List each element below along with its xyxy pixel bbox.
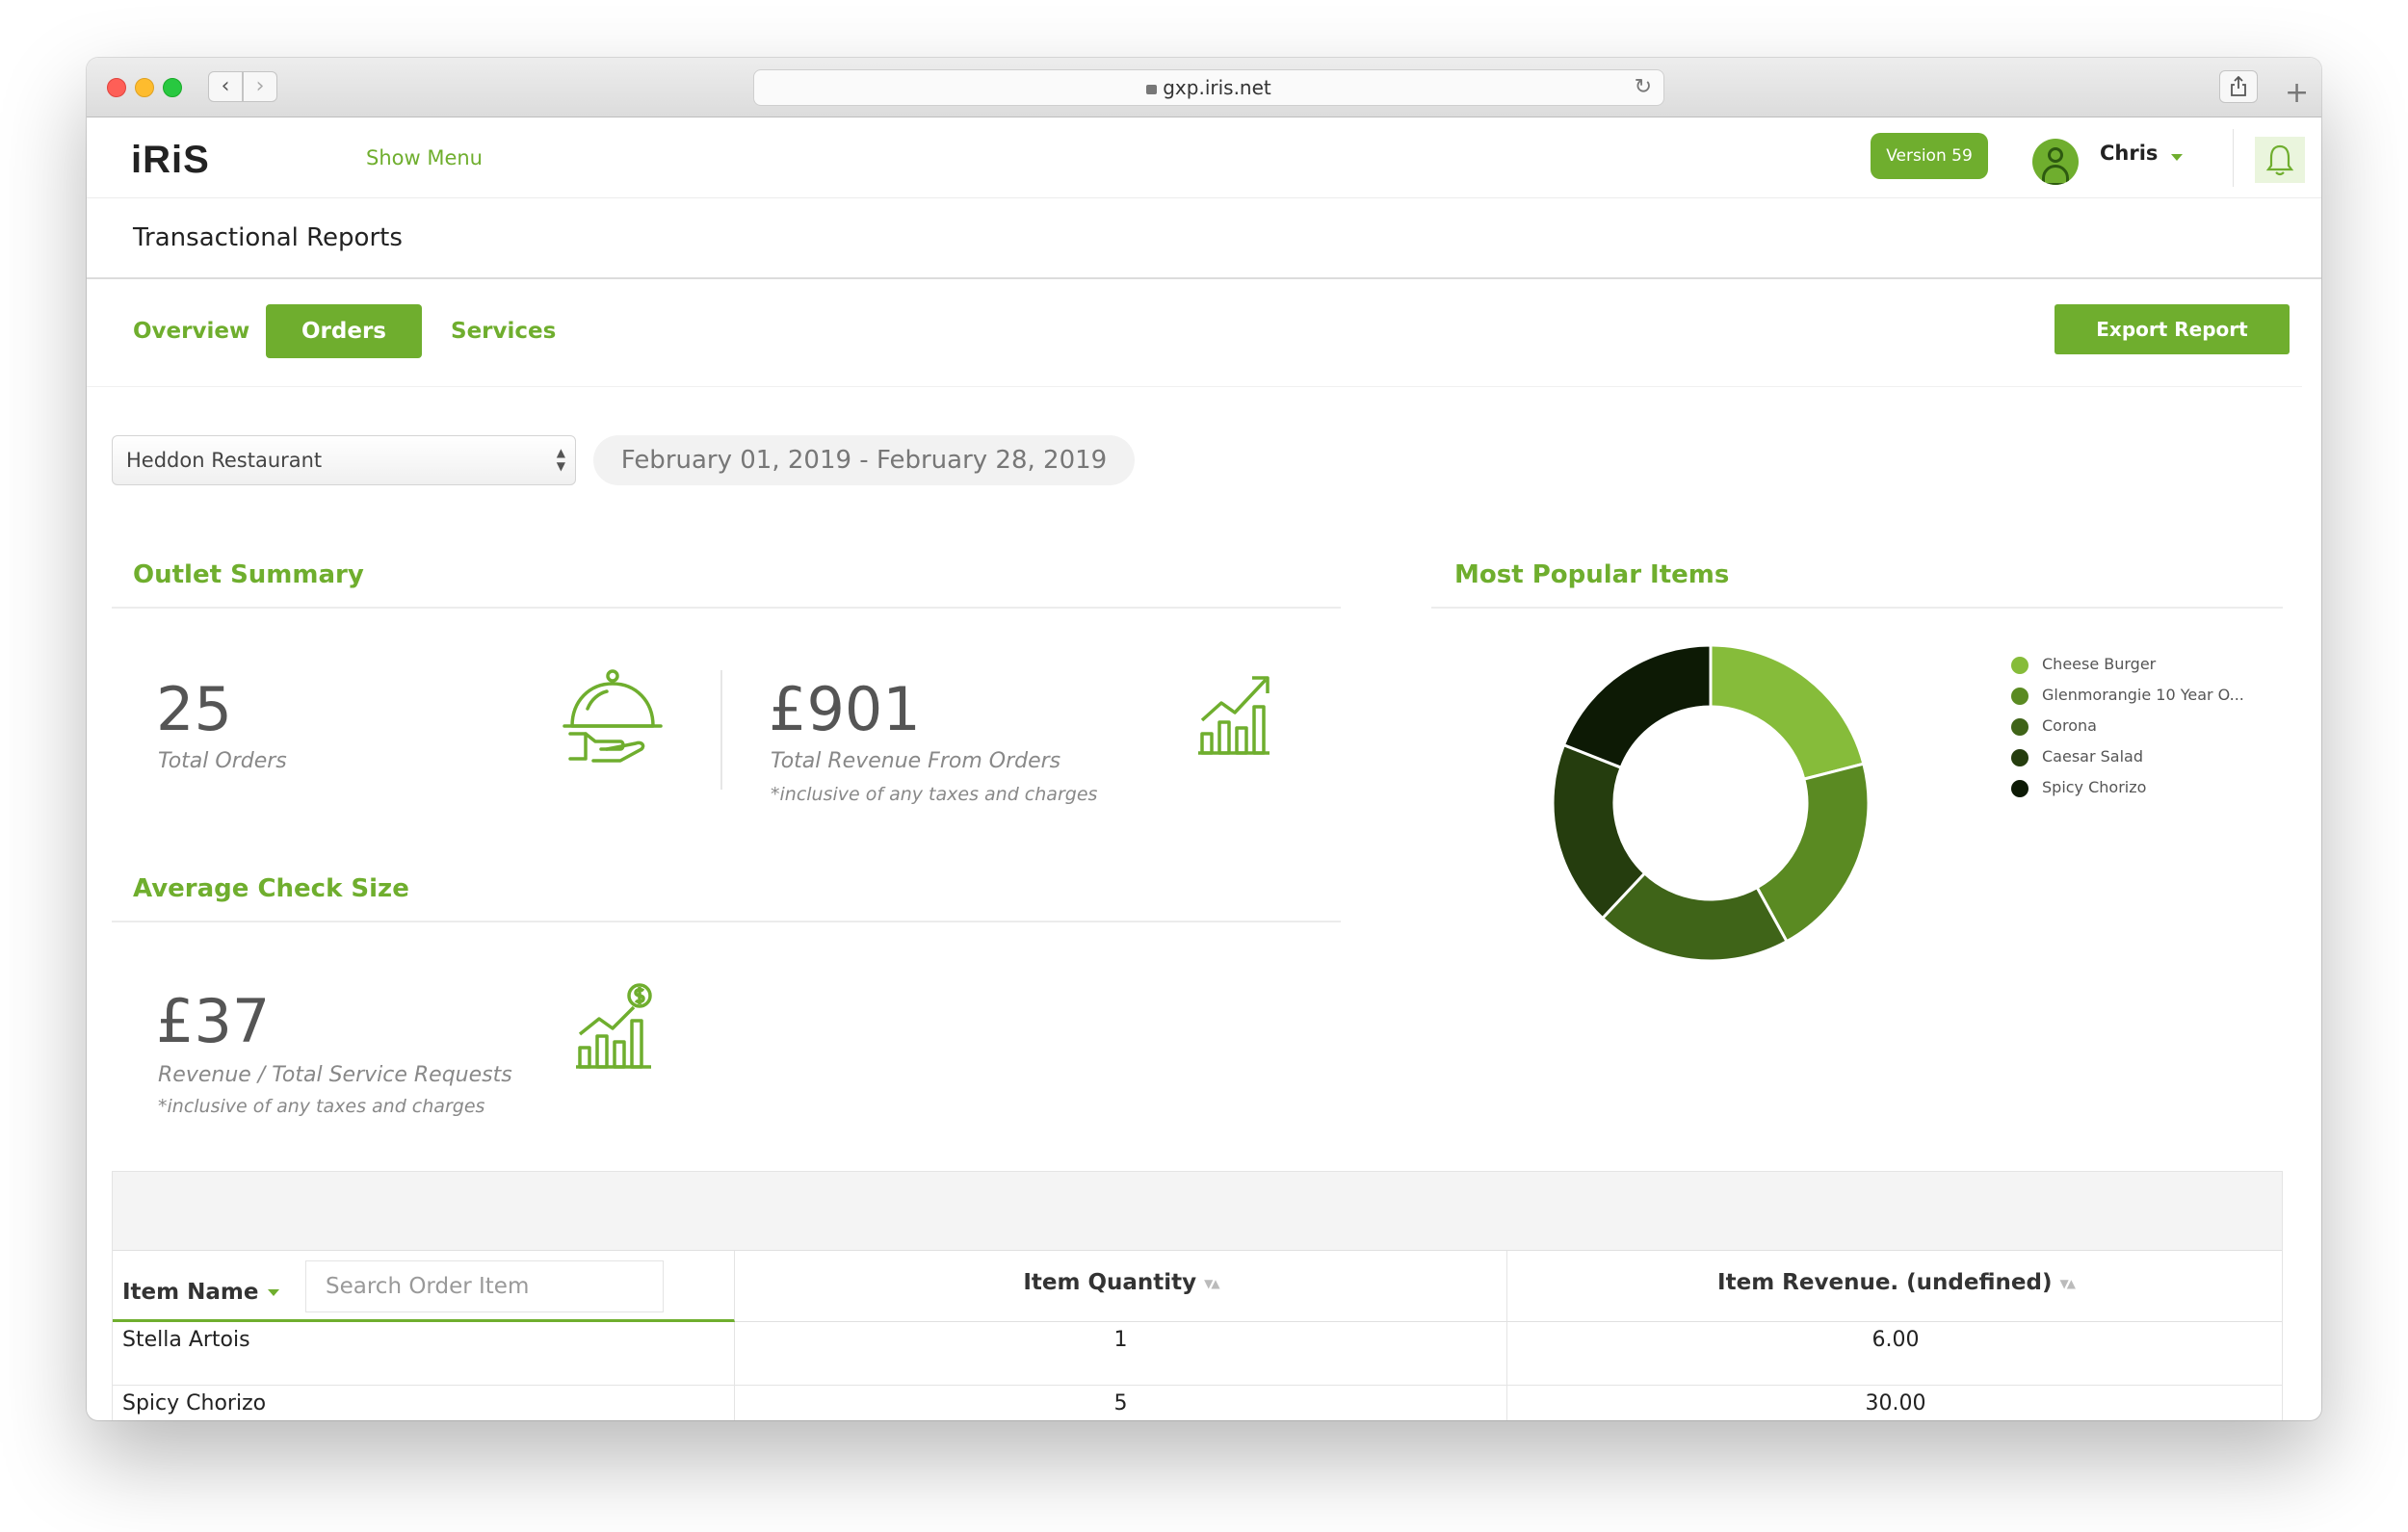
order-items-table: Item Name Item Quantity▼▲ Item Revenue. …: [112, 1171, 2283, 1420]
growth-chart-icon: [1198, 676, 1269, 755]
export-report-button[interactable]: Export Report: [2055, 304, 2290, 354]
section-divider: [112, 921, 1341, 922]
most-popular-title: Most Popular Items: [1454, 560, 1730, 589]
legend-label: Glenmorangie 10 Year O...: [2042, 686, 2244, 704]
revenue-chart-icon: [576, 983, 652, 1069]
chevron-left-icon: ‹: [221, 74, 230, 98]
version-badge: Version 59: [1871, 133, 1988, 179]
search-order-item-input[interactable]: [305, 1260, 664, 1312]
donut-slice[interactable]: [1709, 643, 1866, 781]
legend-label: Caesar Salad: [2042, 747, 2143, 766]
table-row[interactable]: Spicy Chorizo 5 30.00: [113, 1386, 2282, 1420]
chevron-down-icon[interactable]: [2171, 154, 2183, 161]
cell-item-revenue: 6.00: [1871, 1328, 1920, 1352]
page-title-bar: Transactional Reports: [87, 198, 2321, 279]
legend-label: Corona: [2042, 716, 2097, 735]
app-header: iRiS Show Menu Version 59 Chris: [87, 117, 2321, 198]
date-range-picker[interactable]: February 01, 2019 - February 28, 2019: [593, 435, 1135, 485]
lock-icon: [1146, 85, 1158, 94]
total-revenue-label: Total Revenue From Orders: [771, 749, 1061, 773]
sort-desc-icon[interactable]: [268, 1289, 280, 1296]
reload-icon[interactable]: ↻: [1635, 70, 1652, 105]
user-name[interactable]: Chris: [2100, 142, 2158, 165]
header-divider: [2233, 129, 2234, 187]
url-text: gxp.iris.net: [1163, 76, 1271, 99]
iris-logo[interactable]: iRiS: [131, 139, 210, 182]
outlet-select[interactable]: Heddon Restaurant ▲ ▼: [112, 435, 576, 485]
show-menu-link[interactable]: Show Menu: [366, 146, 483, 169]
item-name-header-label: Item Name: [122, 1280, 280, 1305]
average-check-value: £37: [156, 986, 271, 1056]
cell-item-revenue: 30.00: [1865, 1391, 1926, 1415]
minimize-window-button[interactable]: [135, 78, 154, 97]
sort-icon[interactable]: ▼▲: [1204, 1277, 1220, 1290]
legend-swatch: [2011, 688, 2028, 705]
cell-item-name: Stella Artois: [113, 1322, 735, 1386]
tab-orders[interactable]: Orders: [266, 304, 422, 358]
table-row[interactable]: Stella Artois 1 6.00: [113, 1322, 2282, 1386]
new-tab-button[interactable]: +: [2285, 79, 2309, 108]
cell-item-quantity: 5: [735, 1386, 1507, 1420]
legend-swatch: [2011, 718, 2028, 736]
column-header-item-revenue[interactable]: Item Revenue. (undefined) ▼▲: [1507, 1251, 2282, 1322]
browser-toolbar: ‹ › gxp.iris.net ↻ +: [87, 58, 2321, 117]
user-avatar-icon[interactable]: [2032, 139, 2079, 185]
share-button[interactable]: [2219, 70, 2258, 103]
plus-icon: +: [2285, 76, 2310, 110]
legend-label: Spicy Chorizo: [2042, 778, 2147, 796]
column-header-item-quantity[interactable]: Item Quantity ▼▲: [735, 1251, 1507, 1322]
report-tabs: Overview Orders Services: [87, 281, 2302, 387]
legend-swatch: [2011, 780, 2028, 797]
total-revenue-note: *inclusive of any taxes and charges: [771, 784, 1098, 805]
bell-icon: [2265, 144, 2294, 176]
share-icon: [2231, 75, 2246, 96]
average-check-note: *inclusive of any taxes and charges: [158, 1096, 485, 1117]
donut-slice[interactable]: [1561, 643, 1713, 770]
popular-items-donut-chart: [1551, 643, 1871, 963]
item-quantity-header-label: Item Quantity ▼▲: [1023, 1270, 1220, 1295]
legend-swatch: [2011, 749, 2028, 766]
total-orders-value: 25: [156, 674, 232, 744]
cell-item-quantity: 1: [735, 1322, 1507, 1386]
food-cloche-icon: [563, 669, 663, 763]
donut-slice[interactable]: [1755, 762, 1871, 944]
outlet-summary-title: Outlet Summary: [133, 560, 364, 589]
average-check-title: Average Check Size: [133, 874, 409, 903]
legend-swatch: [2011, 657, 2028, 674]
outlet-select-value: Heddon Restaurant: [126, 449, 323, 472]
metric-divider: [720, 670, 722, 790]
column-header-item-name[interactable]: Item Name: [113, 1251, 735, 1322]
table-toolbar: [113, 1172, 2282, 1251]
select-arrows-icon: ▲ ▼: [556, 446, 565, 473]
chevron-right-icon: ›: [255, 74, 265, 98]
notifications-button[interactable]: [2255, 137, 2305, 183]
tab-services[interactable]: Services: [428, 304, 579, 358]
average-check-label: Revenue / Total Service Requests: [158, 1063, 512, 1087]
forward-button[interactable]: ›: [243, 71, 277, 102]
cell-item-name: Spicy Chorizo: [113, 1386, 735, 1420]
browser-window: ‹ › gxp.iris.net ↻ + iRiS Show Menu Vers…: [87, 58, 2321, 1420]
section-divider: [1431, 607, 2283, 609]
total-orders-label: Total Orders: [158, 749, 287, 773]
item-revenue-header-label: Item Revenue. (undefined) ▼▲: [1717, 1270, 2076, 1295]
tab-overview[interactable]: Overview: [110, 304, 273, 358]
back-button[interactable]: ‹: [208, 71, 243, 102]
section-divider: [112, 607, 1341, 609]
close-window-button[interactable]: [107, 78, 126, 97]
total-revenue-value: £901: [769, 674, 921, 744]
address-bar[interactable]: gxp.iris.net ↻: [753, 69, 1664, 106]
legend-label: Cheese Burger: [2042, 655, 2157, 673]
sort-icon[interactable]: ▼▲: [2059, 1277, 2076, 1290]
page-title: Transactional Reports: [133, 223, 403, 252]
maximize-window-button[interactable]: [163, 78, 182, 97]
